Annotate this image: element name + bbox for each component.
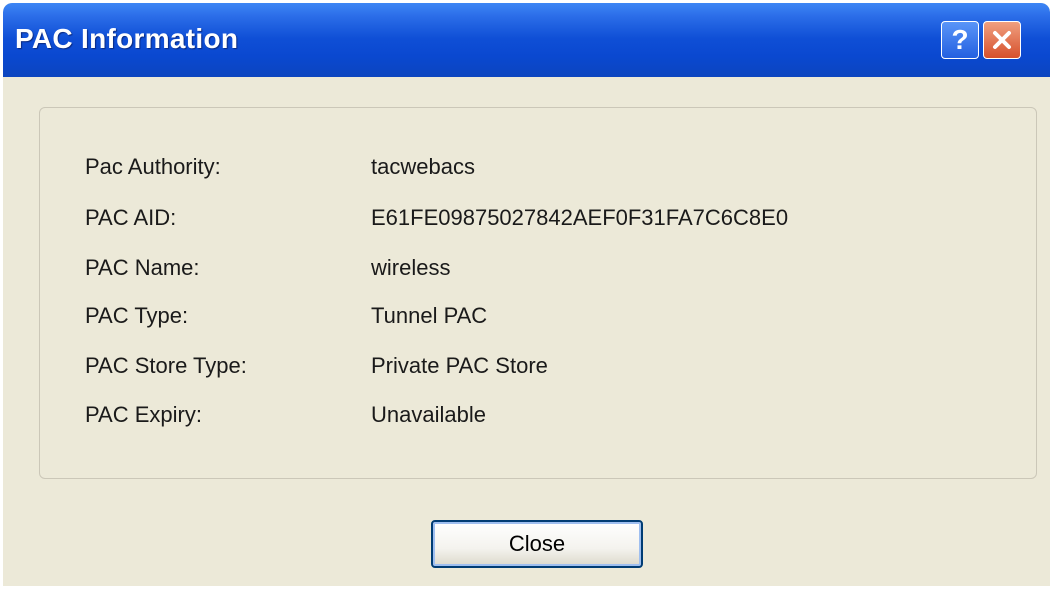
pac-store-type-value: Private PAC Store [371,353,548,378]
pac-authority-value: tacwebacs [371,154,475,179]
window-title: PAC Information [15,23,239,54]
pac-information-dialog: PAC Information ? Pac Authority: tacweba… [3,3,1050,586]
dialog-body: Pac Authority: tacwebacs PAC AID: E61FE0… [9,77,1044,580]
pac-aid-label: PAC AID: [85,205,177,230]
pac-expiry-label: PAC Expiry: [85,402,202,427]
pac-name-value: wireless [371,255,451,280]
pac-authority-label: Pac Authority: [85,154,221,179]
pac-type-label: PAC Type: [85,303,189,328]
pac-name-label: PAC Name: [85,255,200,280]
pac-type-value: Tunnel PAC [371,303,488,328]
help-icon: ? [951,24,969,55]
close-button[interactable]: Close [431,520,643,568]
pac-store-type-label: PAC Store Type: [85,353,247,378]
pac-aid-value: E61FE09875027842AEF0F31FA7C6C8E0 [371,205,789,230]
title-bar[interactable]: PAC Information ? [3,3,1050,77]
window-close-button[interactable] [983,21,1021,59]
close-icon [993,31,1011,49]
help-button[interactable]: ? [941,21,979,59]
pac-expiry-value: Unavailable [371,402,486,427]
